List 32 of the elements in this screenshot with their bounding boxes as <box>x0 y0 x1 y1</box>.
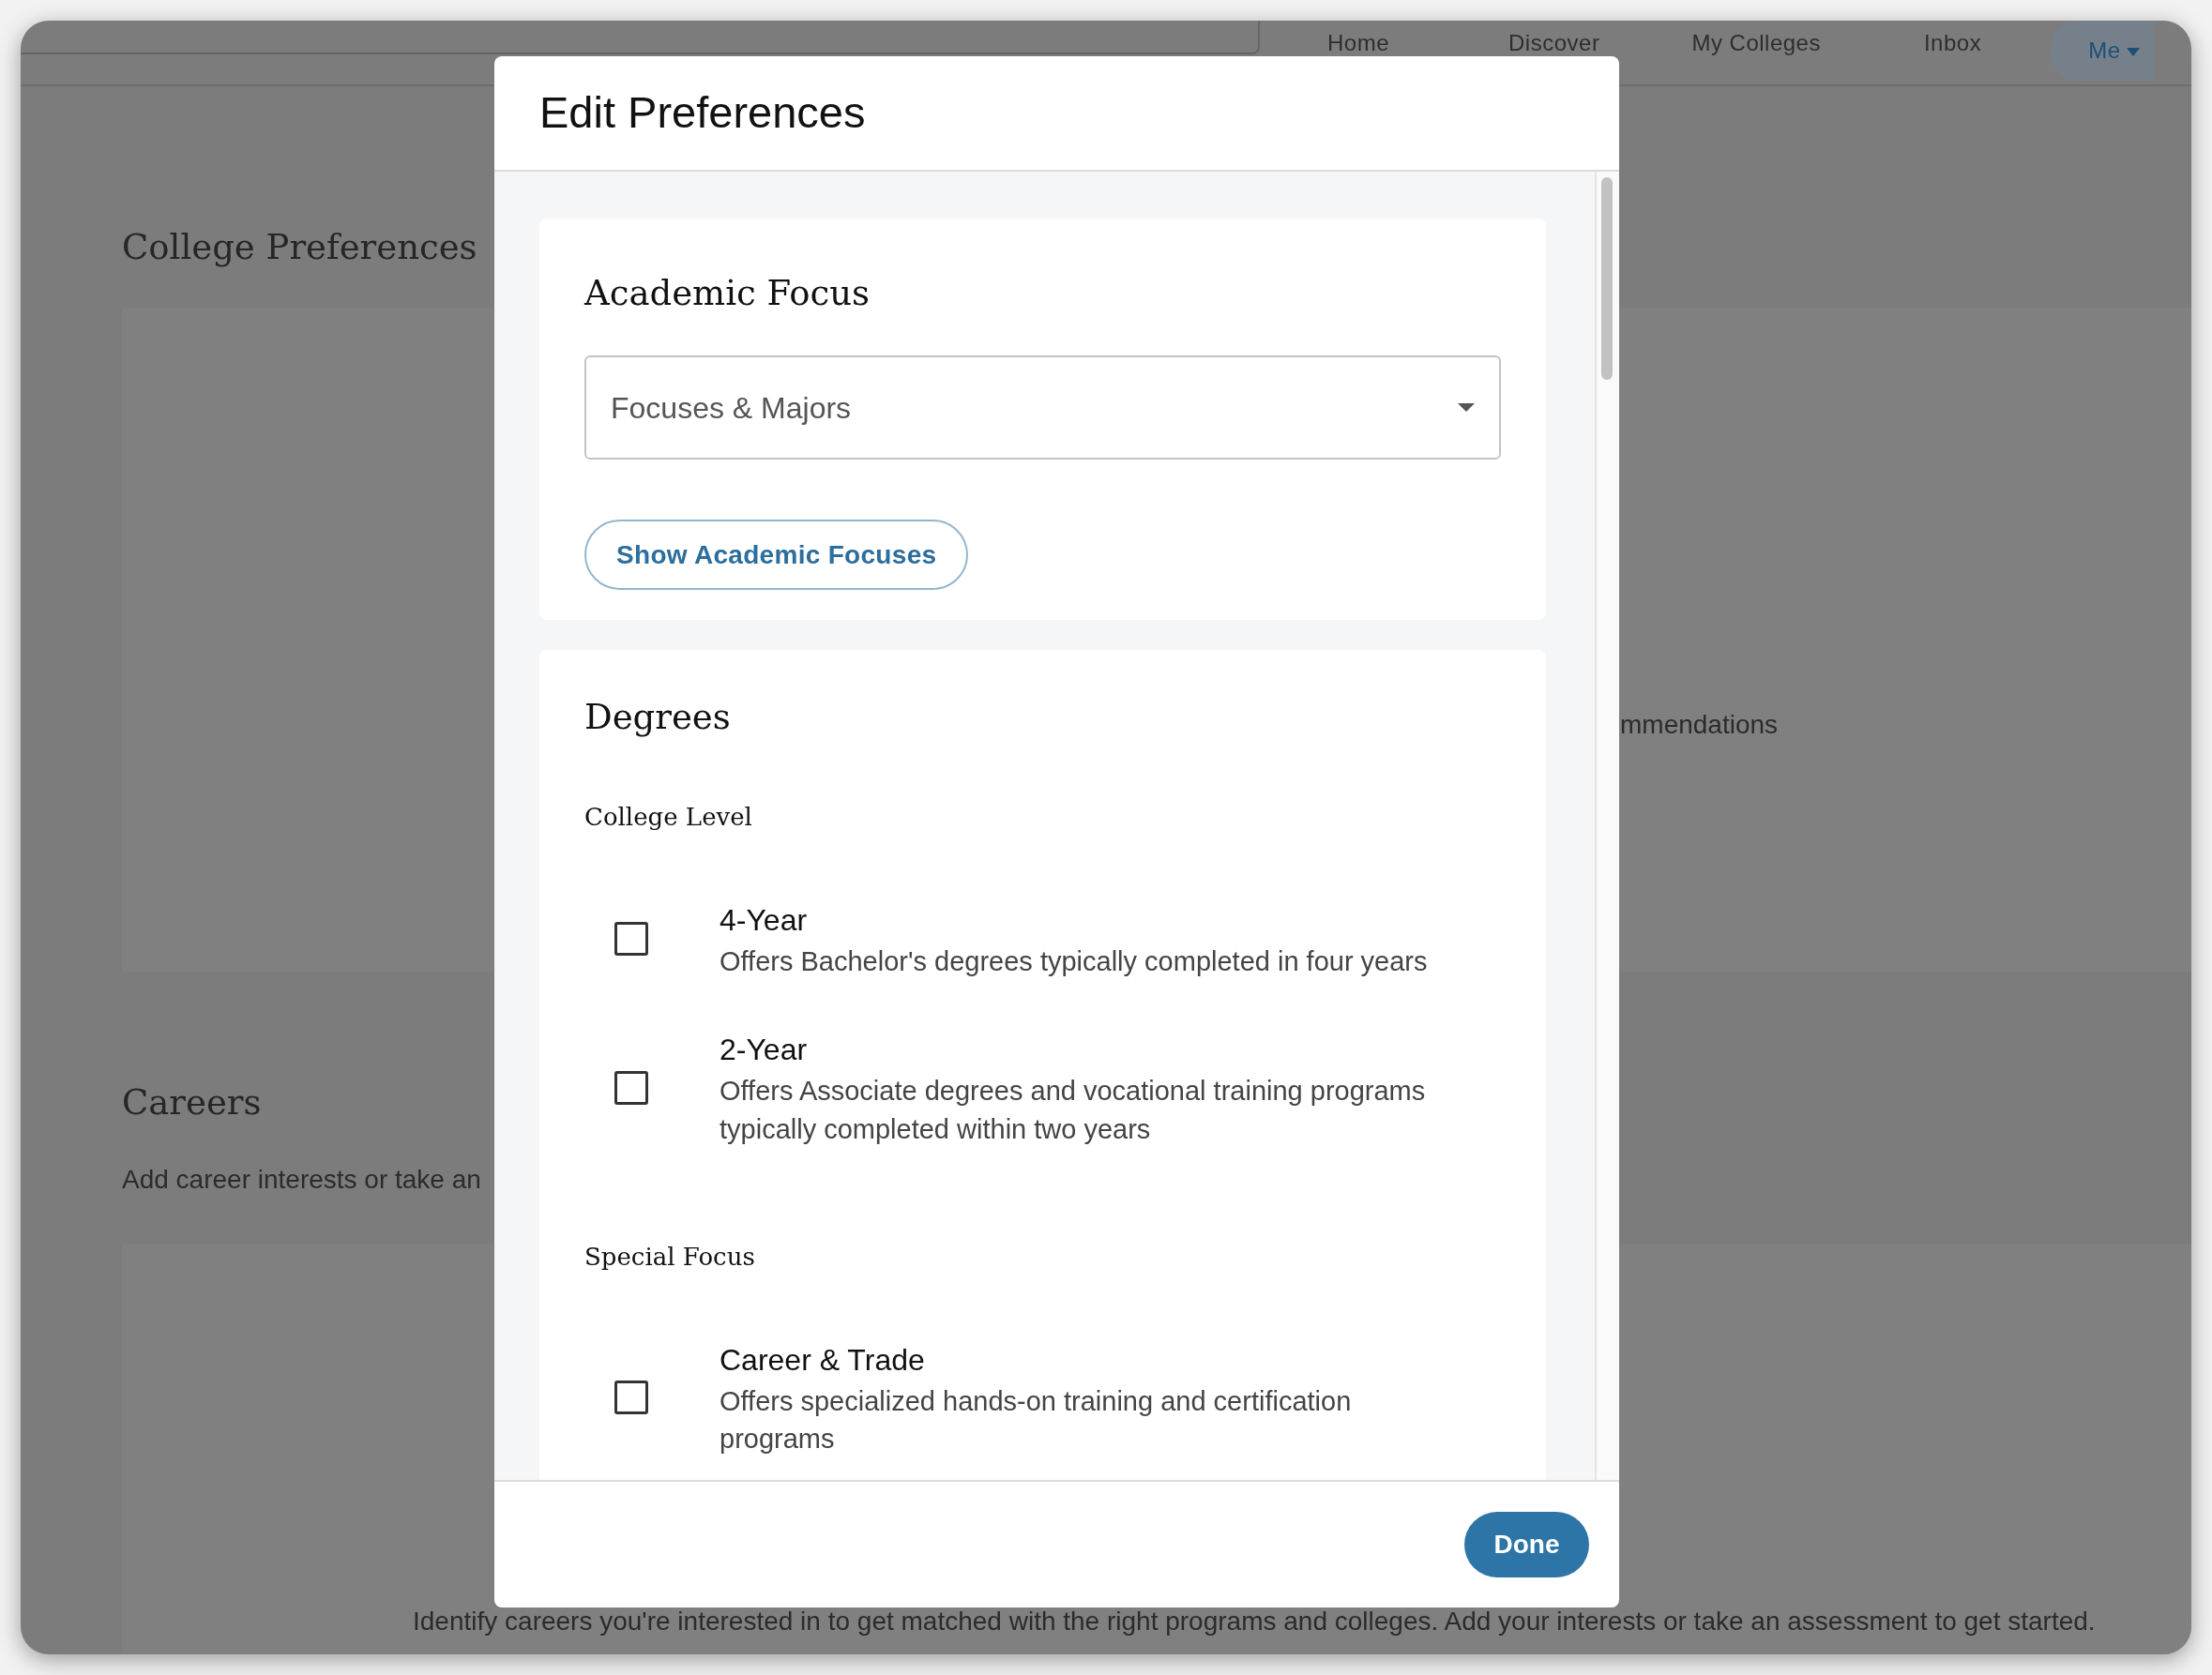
checkbox[interactable] <box>614 1070 648 1105</box>
group-label: College Level <box>584 801 753 833</box>
show-focuses-button[interactable]: Show Academic Focuses <box>584 520 969 591</box>
option-title: Career & Trade <box>720 1341 926 1379</box>
group-label: Special Focus <box>584 1241 756 1273</box>
recommendations-text: mmendations <box>1620 710 1779 740</box>
nav-tab[interactable]: My Colleges <box>1691 21 1821 60</box>
checkbox[interactable] <box>614 1381 648 1415</box>
checkbox[interactable] <box>614 922 648 957</box>
option-description: Offers Bachelor's degrees typically completed in four years <box>720 944 1428 978</box>
card-title: Degrees <box>584 697 732 739</box>
focuses-dropdown[interactable]: Focuses & Majors <box>584 355 1501 460</box>
section-title: College Preferences <box>122 227 477 269</box>
option-description: Offers Associate degrees and vocational training programs typically completed within two years <box>720 1075 1427 1146</box>
option-title: 2-Year <box>720 1032 809 1069</box>
scrollbar-thumb[interactable] <box>1601 177 1613 380</box>
careers-description: Identify careers you're interested in to get matched with the right programs and colleges. Add your interests or take an assessment to get started. <box>413 1606 2096 1636</box>
section-title: Careers <box>122 1082 262 1124</box>
nav-tab[interactable]: Home <box>1327 21 1390 60</box>
dialog-title: Edit Preferences <box>539 86 866 140</box>
option-title: 4-Year <box>720 901 809 939</box>
done-button[interactable]: Done <box>1464 1512 1589 1577</box>
caret-icon <box>2126 48 2140 57</box>
option-description: Offers specialized hands-on training and certification programs <box>720 1384 1353 1456</box>
section-description: Add career interests or take an <box>122 1163 481 1196</box>
nav-tab[interactable]: Inbox <box>1923 21 1982 60</box>
search-field[interactable] <box>21 21 1260 54</box>
scrollbar[interactable] <box>1595 172 1619 1480</box>
nav-tab[interactable]: Discover <box>1508 21 1600 60</box>
nav-tab[interactable]: Me <box>2051 21 2155 81</box>
dropdown-caret-icon <box>1458 403 1475 413</box>
card-title: Academic Focus <box>584 273 871 315</box>
